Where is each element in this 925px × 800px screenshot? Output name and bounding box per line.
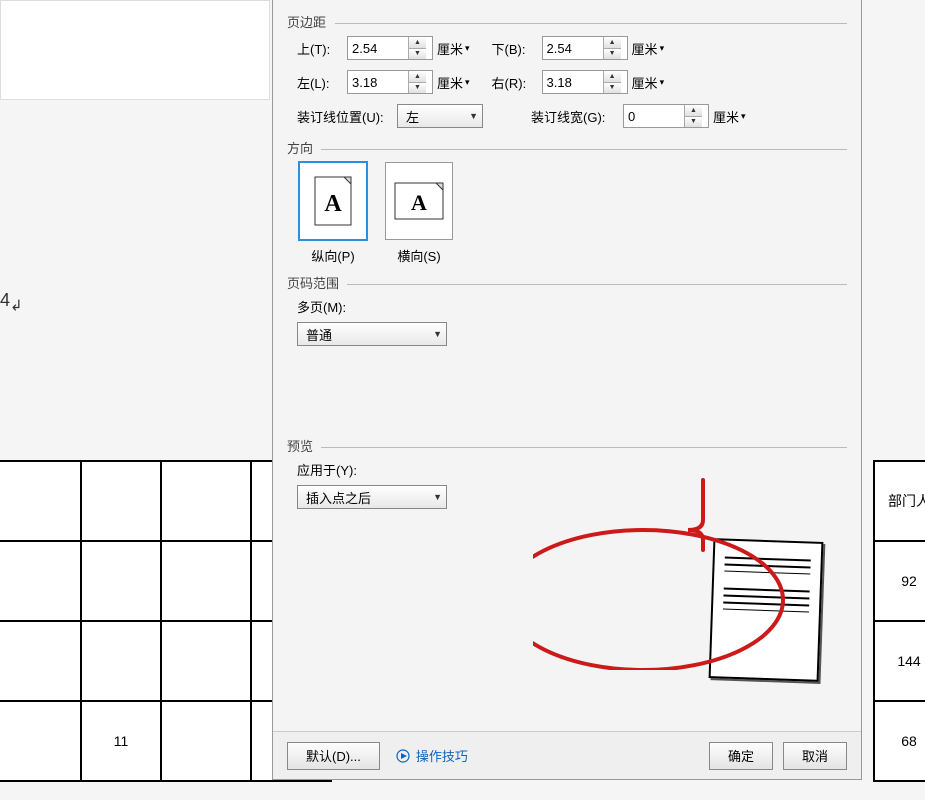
play-circle-icon [396, 749, 410, 763]
margins-legend: 页边距 [287, 15, 326, 30]
orientation-legend: 方向 [287, 141, 313, 156]
apply-to-label: 应用于(Y): [297, 460, 357, 479]
bg-page-shape [0, 0, 270, 100]
spin-down-icon[interactable]: ▼ [409, 49, 426, 60]
page-range-legend: 页码范围 [287, 276, 339, 291]
cancel-button[interactable]: 取消 [783, 742, 847, 770]
svg-text:A: A [324, 191, 342, 217]
margin-top-input[interactable]: ▲▼ [347, 36, 433, 60]
chevron-down-icon: ▼ [433, 492, 442, 502]
tips-link[interactable]: 操作技巧 [396, 746, 468, 765]
spin-down-icon[interactable]: ▼ [685, 117, 702, 128]
spin-down-icon[interactable]: ▼ [604, 83, 621, 94]
unit-dropdown[interactable]: 厘米▾ [632, 39, 665, 58]
orientation-fieldset: 方向 A 纵向(P) A [287, 138, 847, 265]
unit-dropdown[interactable]: 厘米▾ [437, 73, 470, 92]
gutter-width-label: 装订线宽(G): [531, 107, 623, 126]
preview-thumbnail [709, 538, 824, 682]
margin-bottom-label: 下(B): [492, 39, 542, 58]
orientation-landscape-label: 横向(S) [397, 246, 440, 265]
margin-right-label: 右(R): [492, 73, 542, 92]
margins-fieldset: 页边距 上(T): ▲▼ 厘米▾ 下(B): ▲▼ 厘米▾ [287, 12, 847, 128]
spin-up-icon[interactable]: ▲ [685, 105, 702, 117]
dialog-button-bar: 默认(D)... 操作技巧 确定 取消 [273, 731, 861, 779]
ok-button[interactable]: 确定 [709, 742, 773, 770]
gutter-pos-combo[interactable]: 左▼ [397, 104, 483, 128]
multipage-label: 多页(M): [297, 297, 346, 316]
chevron-down-icon: ▼ [469, 111, 478, 121]
multipage-combo[interactable]: 普通▼ [297, 322, 447, 346]
page-marker: 4↲ [0, 290, 23, 315]
chevron-down-icon: ▾ [660, 43, 665, 54]
margin-bottom-input[interactable]: ▲▼ [542, 36, 628, 60]
gutter-pos-label: 装订线位置(U): [297, 107, 397, 126]
unit-dropdown[interactable]: 厘米▾ [713, 107, 746, 126]
chevron-down-icon: ▾ [741, 111, 746, 122]
orientation-portrait-label: 纵向(P) [311, 246, 354, 265]
preview-fieldset: 预览 应用于(Y): 插入点之后▼ [287, 436, 847, 509]
page-setup-dialog: 页边距 上(T): ▲▼ 厘米▾ 下(B): ▲▼ 厘米▾ [272, 0, 862, 780]
unit-dropdown[interactable]: 厘米▾ [437, 39, 470, 58]
preview-legend: 预览 [287, 439, 313, 454]
page-portrait-icon: A [314, 176, 352, 226]
chevron-down-icon: ▼ [433, 329, 442, 339]
margin-left-input[interactable]: ▲▼ [347, 70, 433, 94]
orientation-landscape[interactable]: A [385, 162, 453, 240]
default-button[interactable]: 默认(D)... [287, 742, 380, 770]
chevron-down-icon: ▾ [660, 77, 665, 88]
spin-up-icon[interactable]: ▲ [409, 71, 426, 83]
spin-up-icon[interactable]: ▲ [409, 37, 426, 49]
page-range-fieldset: 页码范围 多页(M): 普通▼ [287, 273, 847, 346]
margin-right-input[interactable]: ▲▼ [542, 70, 628, 94]
spin-down-icon[interactable]: ▼ [409, 83, 426, 94]
spin-up-icon[interactable]: ▲ [604, 37, 621, 49]
chevron-down-icon: ▾ [465, 77, 470, 88]
margin-left-label: 左(L): [297, 73, 347, 92]
chevron-down-icon: ▾ [465, 43, 470, 54]
spin-up-icon[interactable]: ▲ [604, 71, 621, 83]
margin-top-label: 上(T): [297, 39, 347, 58]
spin-down-icon[interactable]: ▼ [604, 49, 621, 60]
unit-dropdown[interactable]: 厘米▾ [632, 73, 665, 92]
page-landscape-icon: A [394, 182, 444, 220]
gutter-width-input[interactable]: ▲▼ [623, 104, 709, 128]
bg-right-table: 部门人 92 144 68 [873, 460, 925, 782]
svg-text:A: A [411, 190, 427, 215]
orientation-portrait[interactable]: A [299, 162, 367, 240]
apply-to-combo[interactable]: 插入点之后▼ [297, 485, 447, 509]
